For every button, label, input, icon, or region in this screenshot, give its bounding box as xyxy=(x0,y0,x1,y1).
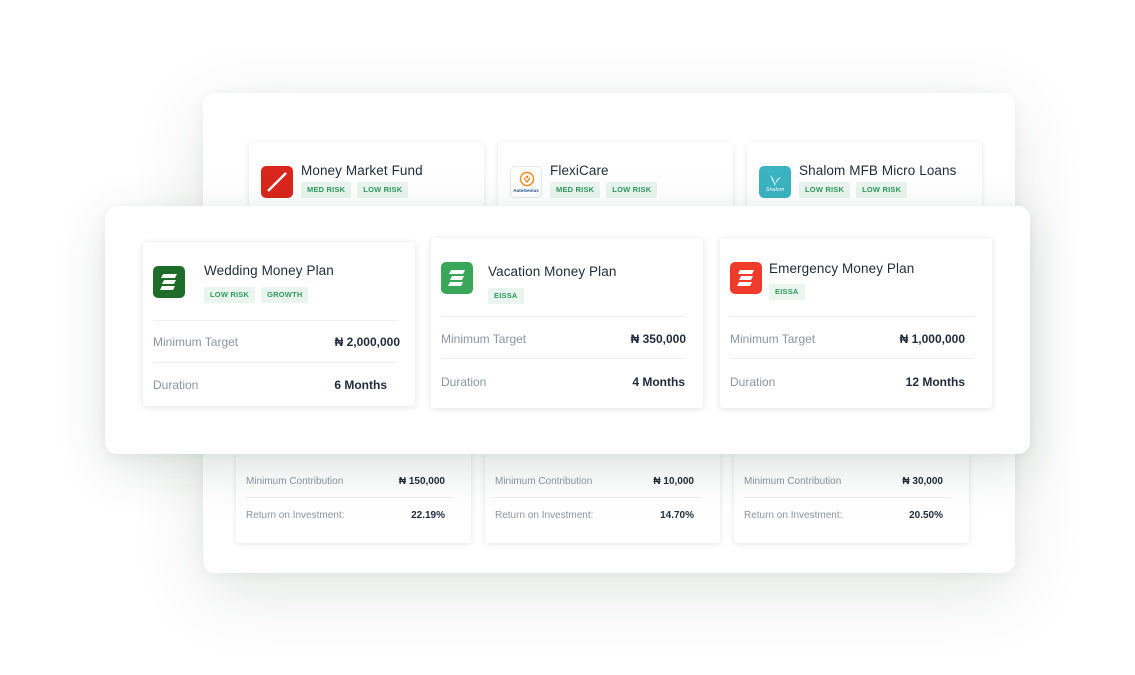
vacation-money-plan-card[interactable]: Vacation Money Plan EISSA Minimum Target… xyxy=(431,238,703,408)
product-title: Money Market Fund xyxy=(301,163,423,178)
emergency-money-plan-card[interactable]: Emergency Money Plan EISSA Minimum Targe… xyxy=(720,238,992,408)
duration-value: 6 Months xyxy=(334,378,387,392)
min-contribution-value: ₦ 10,000 xyxy=(653,476,694,487)
plan-title: Vacation Money Plan xyxy=(488,264,617,279)
plan-tag: LOW RISK xyxy=(204,287,256,303)
risk-tag: MED RISK xyxy=(550,182,601,198)
risk-tag: LOW RISK xyxy=(357,182,409,198)
min-contribution-value: ₦ 150,000 xyxy=(398,476,445,487)
money-market-fund-card[interactable]: Money Market Fund MED RISK LOW RISK xyxy=(249,142,484,212)
divider xyxy=(495,497,702,498)
duration-label: Duration xyxy=(153,378,199,392)
min-contribution-label: Minimum Contribution xyxy=(744,476,842,487)
shalom-logo-text: Shalom xyxy=(765,187,785,193)
plan-title: Emergency Money Plan xyxy=(769,261,915,276)
money-market-fund-logo xyxy=(261,166,293,198)
risk-tag: LOW RISK xyxy=(799,182,851,198)
min-contribution-label: Minimum Contribution xyxy=(495,476,593,487)
plan-logo-icon xyxy=(441,262,473,294)
duration-value: 12 Months xyxy=(905,375,965,389)
roi-label: Return on Investment: xyxy=(246,510,345,521)
min-target-label: Minimum Target xyxy=(441,332,527,346)
divider xyxy=(246,497,453,498)
roi-value: 22.19% xyxy=(411,510,445,521)
min-target-label: Minimum Target xyxy=(730,332,816,346)
duration-label: Duration xyxy=(730,375,776,389)
shalom-logo: Shalom xyxy=(759,166,791,198)
plan-tag: GROWTH xyxy=(261,287,309,303)
min-target-value: ₦ 350,000 xyxy=(630,332,686,346)
divider xyxy=(730,358,974,359)
duration-label: Duration xyxy=(441,375,487,389)
duration-value: 4 Months xyxy=(632,375,685,389)
product-title: FlexiCare xyxy=(550,163,609,178)
divider xyxy=(744,497,951,498)
roi-label: Return on Investment: xyxy=(495,510,594,521)
wedding-money-plan-card[interactable]: Wedding Money Plan LOW RISK GROWTH Minim… xyxy=(143,242,415,406)
risk-tag: LOW RISK xyxy=(856,182,908,198)
divider xyxy=(153,320,397,321)
divider xyxy=(153,362,397,363)
plan-title: Wedding Money Plan xyxy=(204,263,334,278)
plan-logo-icon xyxy=(153,266,185,298)
min-target-label: Minimum Target xyxy=(153,335,239,349)
roi-label: Return on Investment: xyxy=(744,510,843,521)
plan-tag: EISSA xyxy=(769,284,805,300)
plan-tag: EISSA xyxy=(488,288,524,304)
min-contribution-value: ₦ 30,000 xyxy=(902,476,943,487)
risk-tag: MED RISK xyxy=(301,182,352,198)
divider xyxy=(441,358,685,359)
roi-value: 14.70% xyxy=(660,510,694,521)
plan-logo-icon xyxy=(730,262,762,294)
flexicare-card[interactable]: AutoGenius FlexiCare MED RISK LOW RISK xyxy=(498,142,733,212)
product-title: Shalom MFB Micro Loans xyxy=(799,163,957,178)
risk-tag: LOW RISK xyxy=(606,182,658,198)
divider xyxy=(441,316,685,317)
min-contribution-label: Minimum Contribution xyxy=(246,476,344,487)
autogenius-logo: AutoGenius xyxy=(510,166,542,198)
shalom-mfb-micro-loans-card[interactable]: Shalom Shalom MFB Micro Loans LOW RISK L… xyxy=(747,142,982,212)
roi-value: 20.50% xyxy=(909,510,943,521)
autogenius-logo-text: AutoGenius xyxy=(513,188,539,193)
min-target-value: ₦ 1,000,000 xyxy=(899,332,965,346)
divider xyxy=(730,316,974,317)
min-target-value: ₦ 2,000,000 xyxy=(334,335,400,349)
